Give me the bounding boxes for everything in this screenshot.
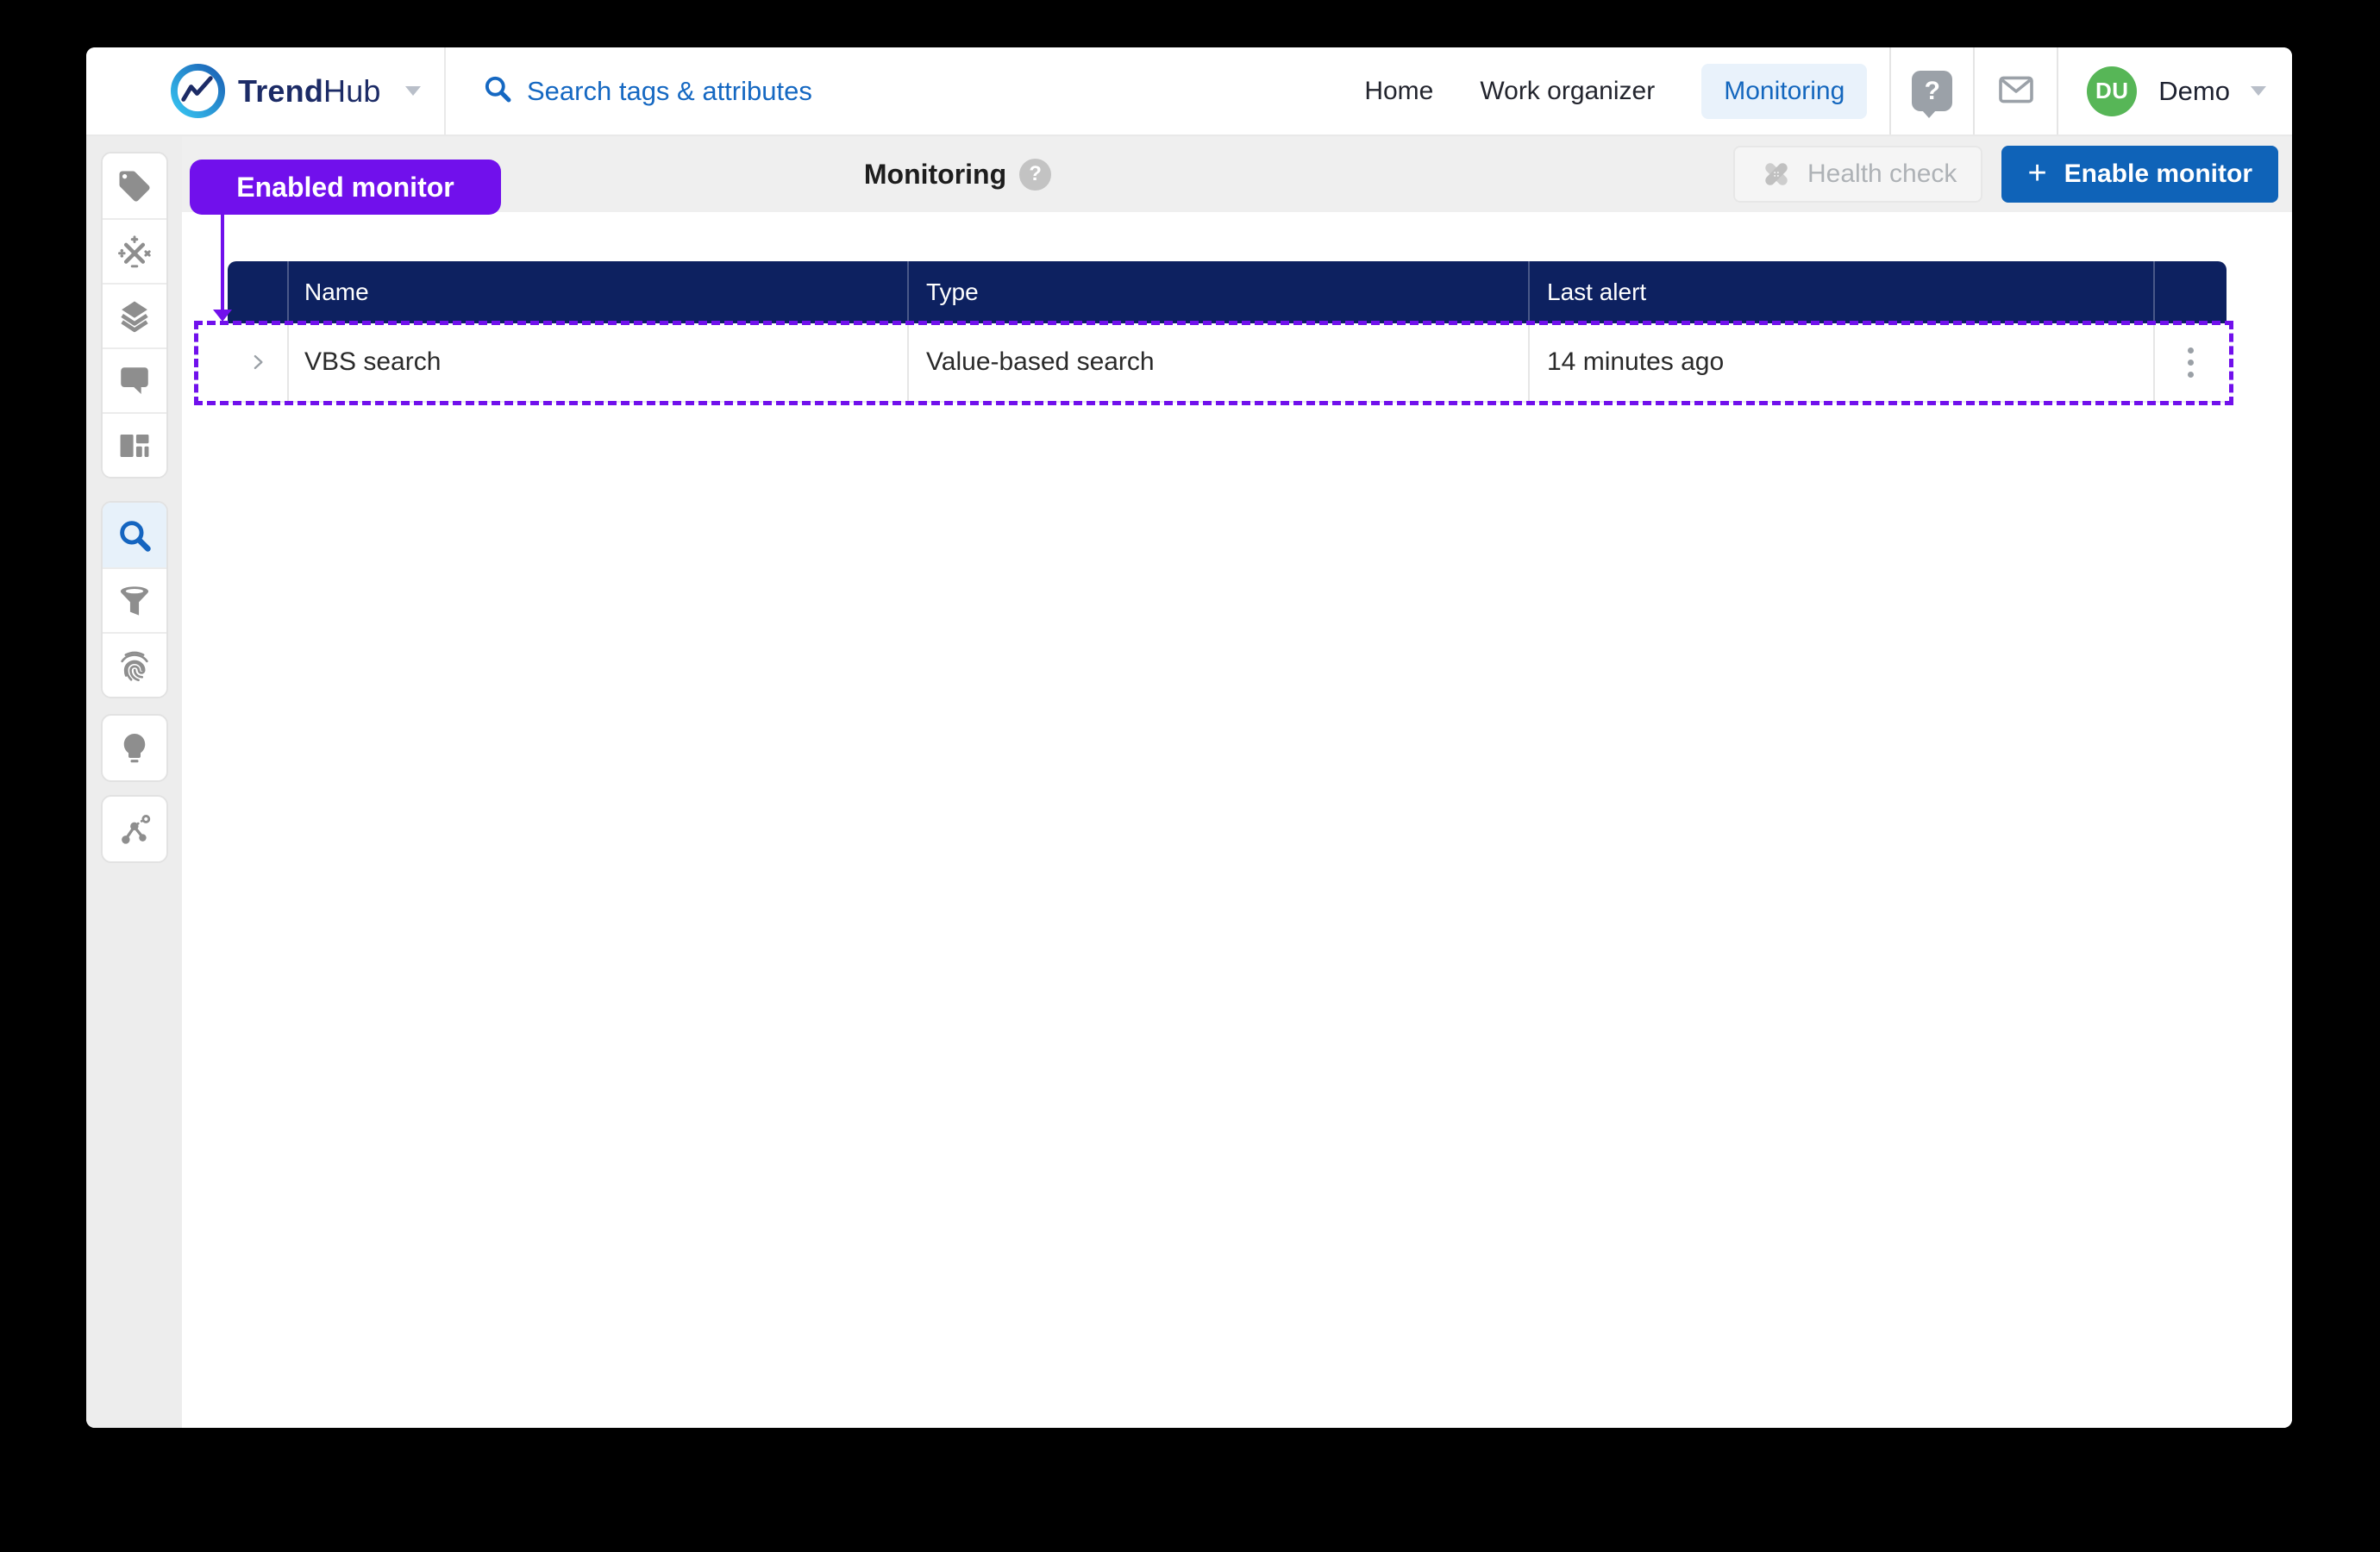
row-expand-cell [228, 323, 287, 401]
row-last-alert: 14 minutes ago [1528, 323, 2153, 401]
sidebar-group-data [101, 152, 168, 479]
brand-menu[interactable]: TrendHub [86, 47, 446, 135]
toolbar-actions: Health check + Enable monitor [1733, 146, 2292, 203]
health-check-label: Health check [1807, 160, 1957, 189]
brand-name: TrendHub [238, 73, 381, 110]
fingerprint-icon [116, 648, 153, 684]
search-icon [482, 73, 513, 109]
help-button[interactable]: ? [1891, 47, 1973, 135]
sidebar-group-relations [101, 795, 168, 863]
brand-caret-icon [405, 86, 421, 96]
sidebar-filter-button[interactable] [103, 567, 166, 632]
row-menu-button[interactable] [2183, 342, 2199, 383]
comment-icon [116, 363, 153, 399]
sidebar-ideas-button[interactable] [103, 716, 166, 780]
mail-icon [1995, 69, 2037, 113]
dashboard-icon [116, 428, 153, 464]
calculations-icon [116, 234, 153, 270]
header-expand-column [228, 261, 287, 323]
header-name: Name [287, 261, 907, 323]
node-graph-icon [116, 811, 153, 848]
header-actions-column [2153, 261, 2227, 323]
trendhub-logo-icon [171, 64, 225, 118]
plus-icon: + [2027, 157, 2046, 190]
chevron-right-icon [245, 349, 271, 375]
health-check-button[interactable]: Health check [1733, 146, 1982, 203]
expand-row-button[interactable] [240, 344, 276, 380]
health-check-icon [1759, 157, 1794, 191]
main-area: Monitoring ? [182, 136, 2292, 1428]
lightbulb-icon [116, 730, 153, 767]
enable-monitor-button[interactable]: + Enable monitor [2001, 146, 2278, 203]
help-icon: ? [1912, 71, 1952, 111]
header-type: Type [907, 261, 1528, 323]
annotation-arrow-line [221, 215, 224, 311]
filter-icon [116, 583, 153, 619]
user-avatar: DU [2087, 66, 2137, 116]
app-body: Monitoring ? [86, 136, 2292, 1428]
page-help-icon[interactable]: ? [1019, 159, 1051, 191]
content-area: Name Type Last alert [182, 212, 2292, 1428]
sidebar-tags-button[interactable] [103, 153, 166, 218]
page-title: Monitoring [864, 159, 1006, 191]
sidebar-dashboard-button[interactable] [103, 412, 166, 477]
layers-icon [116, 298, 153, 335]
row-type: Value-based search [907, 323, 1528, 401]
user-menu[interactable]: DU Demo [2058, 47, 2292, 135]
tag-icon [116, 168, 153, 204]
sidebar-group-search [101, 501, 168, 698]
enable-monitor-label: Enable monitor [2064, 160, 2252, 189]
annotation-arrowhead-icon [213, 310, 232, 322]
sidebar-group-ideas [101, 714, 168, 782]
nav-monitoring[interactable]: Monitoring [1701, 64, 1867, 119]
sidebar-relations-button[interactable] [103, 797, 166, 861]
user-caret-icon [2251, 86, 2266, 96]
screenshot-canvas: TrendHub Home Work organizer Monitoring [0, 0, 2380, 1552]
row-name: VBS search [287, 323, 907, 401]
global-search[interactable] [482, 47, 1010, 135]
monitors-table: Name Type Last alert [228, 261, 2227, 403]
sidebar [86, 136, 182, 1428]
topbar: TrendHub Home Work organizer Monitoring [86, 47, 2292, 136]
messages-button[interactable] [1975, 47, 2057, 135]
primary-nav: Home Work organizer Monitoring [1364, 47, 1889, 135]
kebab-icon [2188, 347, 2194, 378]
annotation-enabled-monitor-label: Enabled monitor [190, 160, 501, 215]
search-input[interactable] [527, 76, 1010, 107]
table-row[interactable]: VBS search Value-based search 14 minutes… [228, 323, 2227, 403]
row-actions-cell [2153, 323, 2227, 401]
sidebar-comments-button[interactable] [103, 347, 166, 412]
nav-work-organizer[interactable]: Work organizer [1480, 77, 1655, 106]
user-name: Demo [2158, 76, 2230, 107]
sidebar-search-button[interactable] [103, 503, 166, 567]
sidebar-calculations-button[interactable] [103, 218, 166, 283]
search-tool-icon [116, 517, 153, 554]
app-window: TrendHub Home Work organizer Monitoring [86, 47, 2292, 1428]
table-header: Name Type Last alert [228, 261, 2227, 323]
sidebar-layers-button[interactable] [103, 283, 166, 347]
header-last-alert: Last alert [1528, 261, 2153, 323]
sidebar-fingerprint-button[interactable] [103, 632, 166, 697]
nav-home[interactable]: Home [1364, 77, 1433, 106]
